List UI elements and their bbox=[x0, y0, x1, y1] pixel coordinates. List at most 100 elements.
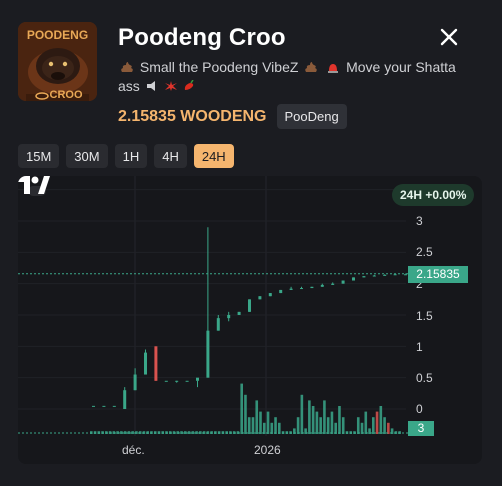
volume-bar bbox=[296, 417, 300, 434]
close-icon[interactable] bbox=[436, 24, 462, 50]
volume-bar bbox=[326, 417, 330, 434]
candle-body bbox=[144, 352, 147, 375]
volume-bar bbox=[266, 411, 270, 434]
candle-body bbox=[133, 374, 137, 391]
y-tick-label: 3 bbox=[416, 214, 423, 228]
y-tick-label: 1 bbox=[416, 340, 423, 354]
candle-body bbox=[352, 277, 355, 281]
volume-bar bbox=[323, 400, 326, 434]
poop-emoji-icon bbox=[305, 62, 318, 72]
volume-bar bbox=[300, 394, 304, 434]
volume-bar bbox=[308, 400, 311, 434]
candle-body bbox=[331, 283, 335, 285]
candle-body bbox=[341, 280, 345, 284]
candle-body bbox=[164, 380, 168, 382]
candle-body bbox=[362, 276, 366, 278]
siren-emoji-icon bbox=[328, 64, 339, 73]
candle-body bbox=[300, 288, 303, 290]
svg-text:POODENG: POODENG bbox=[27, 28, 88, 42]
volume-bar bbox=[383, 417, 386, 434]
candle-body bbox=[196, 377, 199, 381]
candle-body bbox=[185, 380, 189, 382]
token-title: Poodeng Croo bbox=[118, 24, 286, 51]
volume-bar bbox=[379, 406, 383, 434]
volume-bar bbox=[387, 422, 390, 434]
change-badge: 24H +0.00% bbox=[392, 184, 475, 206]
volume-bar bbox=[187, 431, 191, 434]
tab-4h[interactable]: 4H bbox=[154, 144, 187, 168]
pepper-emoji-icon bbox=[184, 80, 194, 90]
volume-bar bbox=[251, 417, 255, 434]
y-tick-label: 1.5 bbox=[416, 309, 433, 323]
candle-body bbox=[175, 380, 179, 382]
y-tick-label: 0 bbox=[416, 402, 423, 416]
candle-body bbox=[393, 274, 397, 276]
tab-30m[interactable]: 30M bbox=[66, 144, 108, 168]
volume-bar bbox=[375, 411, 379, 434]
desc-part-1: Small the Poodeng VibeZ bbox=[139, 59, 299, 75]
volume-bar bbox=[255, 400, 259, 434]
token-description: Small the Poodeng VibeZ Move your Shatta… bbox=[118, 58, 468, 96]
volume-bar bbox=[338, 406, 341, 434]
price-row: 2.15835 WOODENG PooDeng bbox=[118, 104, 347, 129]
volume-bar bbox=[262, 422, 266, 434]
desc-part-2: Move your Shatta bbox=[346, 59, 456, 75]
candle-body bbox=[154, 346, 158, 381]
token-price: 2.15835 WOODENG bbox=[118, 107, 267, 125]
volume-bar bbox=[341, 417, 345, 434]
volume-bar bbox=[360, 422, 364, 434]
volume-bar bbox=[270, 422, 274, 434]
desc-part-3: ass bbox=[118, 78, 140, 94]
volume-bar bbox=[247, 417, 251, 434]
volume-bar bbox=[259, 411, 262, 434]
volume-bar bbox=[372, 417, 375, 434]
candle-body bbox=[372, 275, 376, 277]
x-tick-label: déc. bbox=[122, 443, 145, 457]
candle-body bbox=[227, 315, 231, 319]
candle-body bbox=[123, 390, 127, 409]
candle-body bbox=[216, 318, 220, 331]
last-price-label: 2.15835 bbox=[408, 266, 468, 283]
volume-bar bbox=[319, 417, 322, 434]
candle-body bbox=[289, 288, 293, 290]
close-button[interactable] bbox=[436, 24, 462, 50]
token-logo: POODENG CROO bbox=[18, 22, 97, 101]
volume-bar bbox=[274, 417, 277, 434]
mute-emoji-icon bbox=[146, 81, 155, 91]
volume-bar bbox=[334, 422, 337, 434]
candle-body bbox=[268, 293, 272, 297]
poop-emoji-icon bbox=[121, 62, 133, 72]
price-chart[interactable]: 24H +0.00% 3 2.5 2 1.5 1 0.5 0 2.15835 3… bbox=[18, 176, 482, 464]
candle-body bbox=[102, 405, 106, 407]
tab-24h[interactable]: 24H bbox=[193, 144, 234, 168]
candle-body bbox=[383, 274, 387, 276]
tab-1h[interactable]: 1H bbox=[114, 144, 148, 168]
candle-body bbox=[112, 405, 116, 407]
candle-body bbox=[320, 284, 324, 287]
token-header: POODENG CROO Poodeng Croo Small the Pood… bbox=[0, 0, 502, 140]
tradingview-logo-icon[interactable] bbox=[18, 176, 50, 194]
volume-bar bbox=[356, 417, 360, 434]
candle-body bbox=[404, 274, 407, 276]
candle-body bbox=[258, 296, 262, 300]
candle-body bbox=[248, 299, 251, 312]
x-tick-label: 2026 bbox=[254, 443, 281, 457]
volume-bar bbox=[330, 411, 334, 434]
candle-body bbox=[279, 289, 283, 294]
volume-bar bbox=[315, 411, 319, 434]
y-tick-label: 2.5 bbox=[416, 245, 433, 259]
volume-bar bbox=[244, 394, 247, 434]
candle-body bbox=[310, 286, 314, 289]
last-volume-label: 3 bbox=[408, 421, 434, 436]
volume-bar bbox=[240, 383, 243, 434]
timeframe-tabs: 15M 30M 1H 4H 24H bbox=[18, 144, 234, 168]
volume-bar bbox=[364, 411, 368, 434]
token-symbol-badge: PooDeng bbox=[276, 104, 347, 129]
anger-emoji-icon bbox=[164, 81, 177, 91]
candle-body bbox=[206, 330, 210, 378]
volume-bar bbox=[311, 406, 315, 434]
candle-body bbox=[92, 405, 95, 407]
tab-15m[interactable]: 15M bbox=[18, 144, 60, 168]
candle-body bbox=[237, 311, 241, 315]
y-tick-label: 0.5 bbox=[416, 371, 433, 385]
